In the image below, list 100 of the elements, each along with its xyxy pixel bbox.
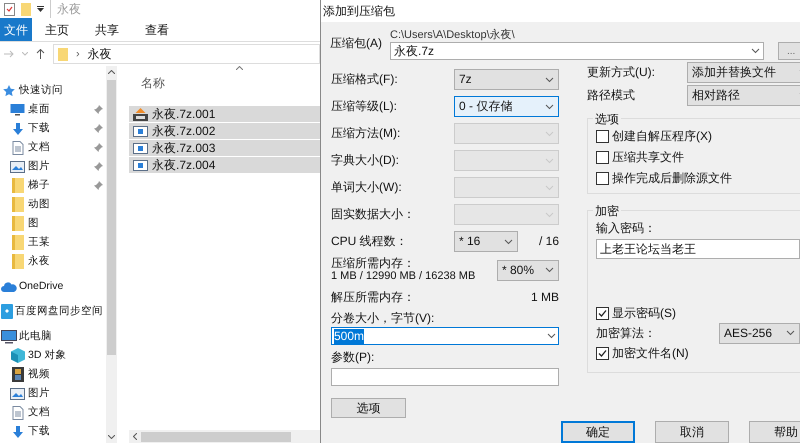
- document-icon: [12, 140, 24, 154]
- file-name: 永夜.7z.003: [152, 140, 216, 157]
- film-icon: [12, 367, 24, 382]
- scrollbar-thumb[interactable]: [107, 80, 116, 355]
- nav-item[interactable]: 下载: [28, 424, 50, 440]
- nav-item[interactable]: OneDrive: [19, 278, 64, 294]
- nav-item[interactable]: 此电脑: [19, 328, 52, 344]
- address-bar[interactable]: › 永夜: [53, 44, 320, 64]
- nav-item[interactable]: 动图: [28, 196, 50, 212]
- chevron-down-icon: [545, 212, 554, 218]
- dialog-button[interactable]: 取消: [655, 421, 729, 443]
- dropdown[interactable]: 0 - 仅存储: [454, 96, 559, 117]
- field-label: 更新方式(U):: [587, 64, 656, 81]
- address-text: 永夜: [88, 46, 112, 63]
- field-label: 路径模式: [587, 87, 636, 104]
- ribbon-tab[interactable]: 查看: [132, 18, 182, 41]
- checkbox[interactable]: [596, 346, 609, 360]
- nav-item[interactable]: 图片: [28, 158, 50, 174]
- folder-icon: [21, 2, 31, 16]
- field-label: 压缩方法(M):: [331, 126, 400, 141]
- nav-item[interactable]: 文档: [28, 404, 50, 420]
- scroll-down-icon[interactable]: [108, 435, 115, 439]
- folder-icon: [12, 254, 24, 269]
- checkbox[interactable]: [596, 172, 609, 184]
- file-row[interactable]: 永夜.7z.004: [129, 157, 320, 173]
- chevron-down-icon: [504, 238, 513, 244]
- file-row[interactable]: 永夜.7z.002: [129, 123, 320, 139]
- chevron-down-icon: [545, 76, 554, 82]
- folder-icon: [12, 197, 24, 212]
- memory-usage: 1 MB / 12990 MB / 16238 MB: [331, 270, 476, 283]
- nav-item[interactable]: 下载: [28, 120, 50, 136]
- path-separator: ›: [76, 46, 80, 62]
- chevron-down-icon: [786, 330, 795, 336]
- chevron-down-icon: [22, 52, 28, 56]
- cube-icon: [10, 348, 24, 363]
- ribbon-tab[interactable]: 主页: [32, 18, 82, 41]
- parameters-field[interactable]: [331, 368, 559, 386]
- volume-size-field[interactable]: 500m: [331, 327, 559, 345]
- checkbox[interactable]: [596, 130, 609, 142]
- nav-item[interactable]: 梯子: [28, 178, 50, 194]
- file-icon: [133, 142, 148, 154]
- chevron-down-icon: [751, 48, 760, 54]
- dropdown[interactable]: AES-256: [719, 322, 800, 344]
- field-label: 单词大小(W):: [331, 180, 402, 195]
- checkbox[interactable]: [596, 150, 609, 164]
- nav-item[interactable]: 王某: [28, 234, 50, 250]
- dropdown[interactable]: * 80%: [497, 260, 559, 280]
- up-arrow-icon[interactable]: [36, 49, 45, 59]
- dropdown[interactable]: 相对路径: [687, 84, 800, 106]
- chevron-down-icon: [545, 267, 554, 273]
- nav-item[interactable]: 视频: [28, 366, 50, 382]
- scroll-up-icon[interactable]: [108, 70, 115, 74]
- checkbox[interactable]: [596, 306, 609, 320]
- nav-item[interactable]: 永夜: [28, 254, 50, 270]
- scroll-left-icon[interactable]: [133, 433, 137, 440]
- pin-icon: [94, 181, 103, 190]
- nav-item[interactable]: 文档: [28, 140, 50, 156]
- field-label: 解压所需内存：: [331, 290, 415, 304]
- chevron-down-icon: [545, 158, 554, 164]
- group-title: 选项: [593, 110, 621, 128]
- down-arrow-icon: [10, 122, 24, 136]
- nav-item[interactable]: 图: [28, 216, 39, 232]
- folder-icon: [12, 235, 24, 250]
- dropdown[interactable]: 7z: [454, 69, 559, 90]
- archive-path: C:\Users\A\Desktop\永夜\: [390, 28, 516, 42]
- nav-item[interactable]: 快速访问: [19, 82, 63, 98]
- cloud-icon: [0, 282, 16, 292]
- pin-icon: [94, 162, 103, 171]
- ribbon-tab[interactable]: 文件: [0, 18, 32, 41]
- field-label: 字典大小(D):: [331, 153, 399, 168]
- field-label: 分卷大小，字节(V):: [331, 311, 436, 326]
- file-name: 永夜.7z.001: [152, 106, 216, 123]
- options-button[interactable]: 选项: [331, 398, 406, 418]
- file-row[interactable]: 永夜.7z.003: [129, 140, 320, 156]
- folder-icon: [58, 48, 68, 60]
- scrollbar-thumb[interactable]: [141, 432, 291, 442]
- chevron-down-icon: [547, 333, 556, 339]
- file-row[interactable]: 永夜.7z.001: [129, 106, 320, 122]
- nav-item[interactable]: 百度网盘同步空间: [15, 304, 103, 320]
- thread-max: / 16: [538, 234, 559, 249]
- ribbon-tab[interactable]: 共享: [82, 18, 132, 41]
- password-field[interactable]: 上老王论坛当老王: [596, 239, 800, 259]
- column-header[interactable]: 名称: [141, 74, 320, 92]
- nav-item[interactable]: 3D 对象: [28, 348, 66, 364]
- memory-value: 1 MB: [530, 290, 559, 304]
- checkbox-label: 加密文件名(N): [612, 345, 689, 362]
- nav-item[interactable]: 桌面: [28, 102, 50, 118]
- dropdown[interactable]: 添加并替换文件: [687, 62, 800, 82]
- dropdown[interactable]: * 16: [454, 231, 518, 252]
- nav-item[interactable]: 图片: [28, 386, 50, 402]
- file-name: 永夜.7z.004: [152, 157, 216, 174]
- checkbox-label: 显示密码(S): [612, 305, 676, 322]
- dialog-button[interactable]: 帮助: [749, 421, 800, 443]
- checklist-icon: [4, 2, 15, 16]
- field-label: 压缩等级(L):: [331, 99, 397, 114]
- archive-name-field[interactable]: 永夜.7z: [390, 42, 764, 60]
- field-label: 压缩所需内存：: [331, 257, 416, 270]
- dialog-button[interactable]: 确定: [561, 421, 635, 443]
- forward-arrow-icon: [4, 50, 14, 58]
- browse-button[interactable]: ...: [778, 42, 800, 60]
